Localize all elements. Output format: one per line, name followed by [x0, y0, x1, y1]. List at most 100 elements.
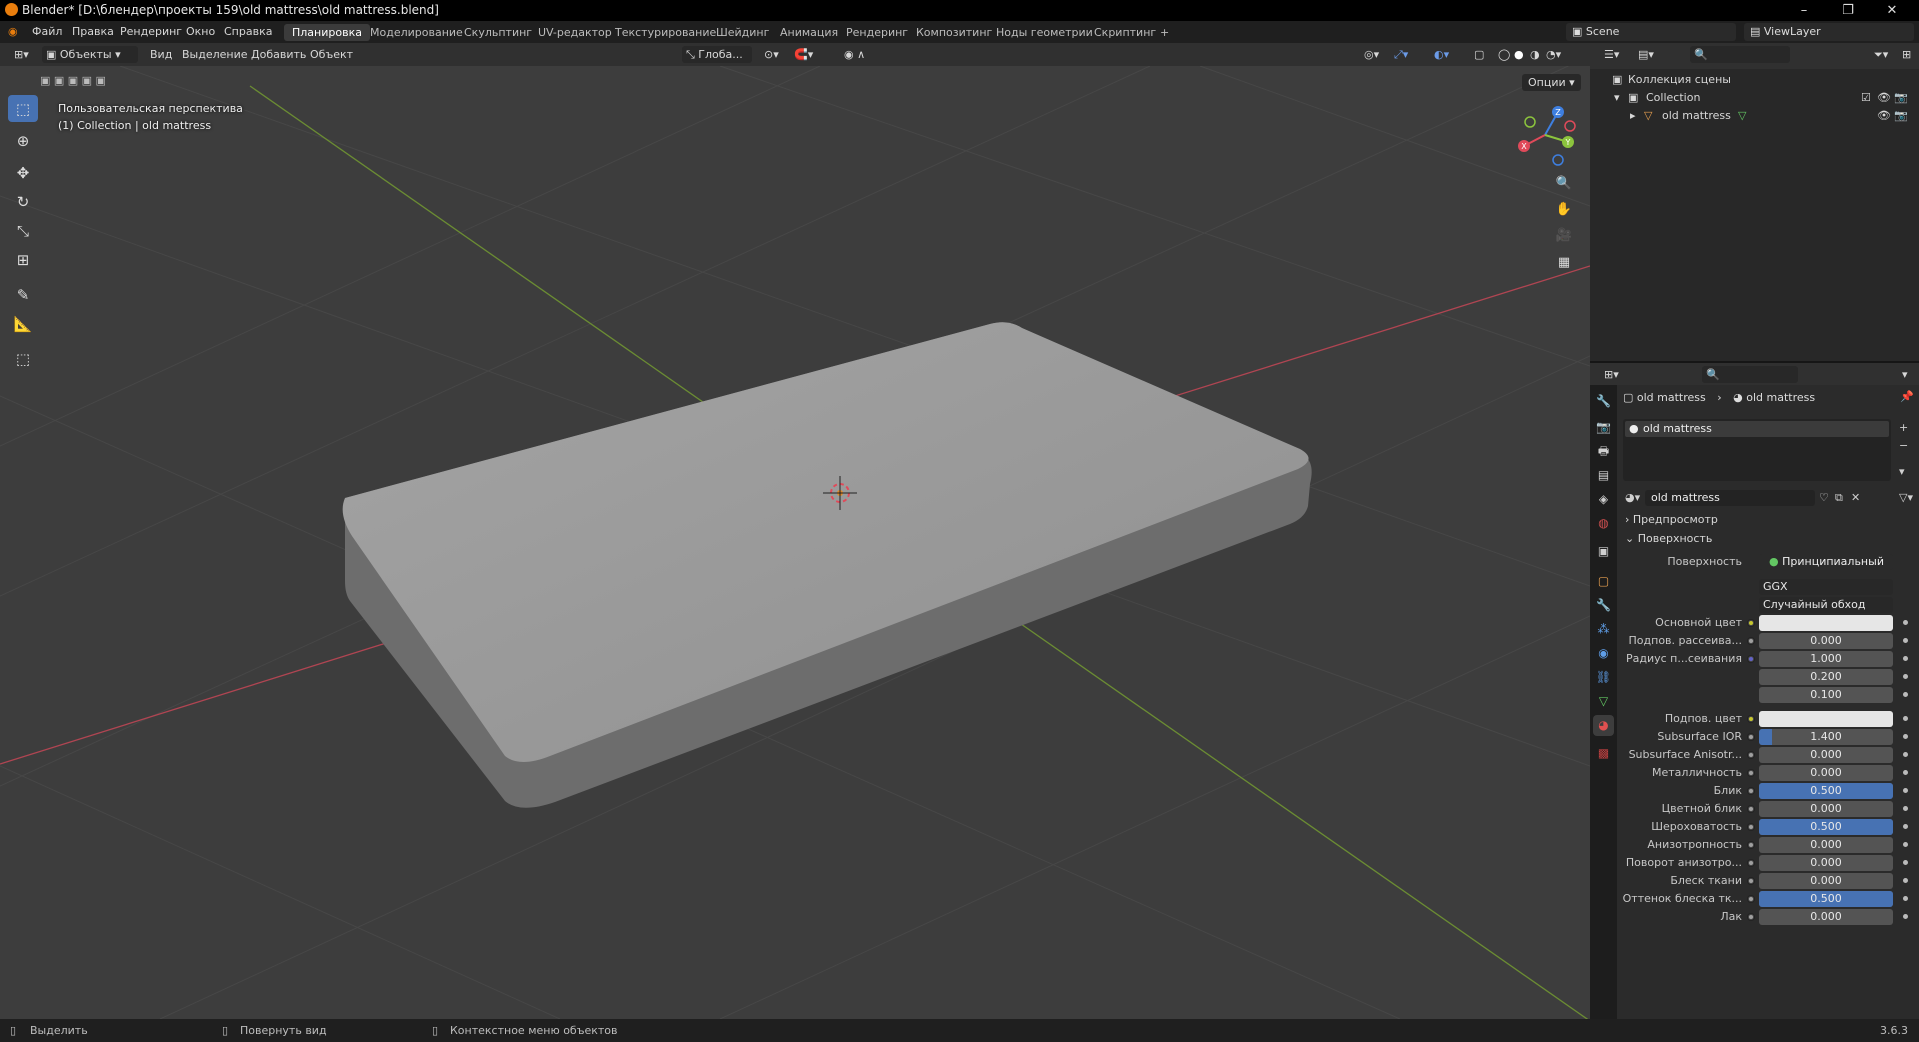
number-field[interactable]: 0.000: [1759, 633, 1893, 649]
pivot-icon[interactable]: ⊙▾: [760, 46, 783, 63]
remove-slot-button[interactable]: −: [1899, 439, 1908, 452]
rotate-tool-icon[interactable]: ↻: [8, 188, 38, 215]
number-field[interactable]: 0.500: [1759, 819, 1893, 835]
particles-tab-icon[interactable]: ⁂: [1593, 619, 1614, 640]
select-box-tool-icon[interactable]: ⬚: [8, 95, 38, 122]
tab-geometry-nodes[interactable]: Ноды геометрии: [988, 24, 1101, 41]
distribution-dropdown[interactable]: GGX: [1759, 579, 1893, 595]
scene-selector[interactable]: ▣ Scene: [1566, 23, 1736, 41]
menu-render[interactable]: Рендеринг: [120, 25, 182, 38]
keyframe-dot-icon[interactable]: [1903, 752, 1908, 757]
add-workspace-button[interactable]: +: [1152, 24, 1177, 41]
duplicate-icon[interactable]: ⧉: [1835, 491, 1843, 505]
maximize-button[interactable]: ❐: [1826, 0, 1870, 21]
overlay-toggle-icon[interactable]: ◐▾: [1430, 46, 1453, 63]
add-slot-button[interactable]: +: [1899, 421, 1908, 434]
number-field[interactable]: 0.000: [1759, 837, 1893, 853]
keyframe-dot-icon[interactable]: [1903, 638, 1908, 643]
tab-rendering[interactable]: Рендеринг: [838, 24, 916, 41]
visibility-icon[interactable]: ◎▾: [1360, 46, 1383, 63]
world-tab-icon[interactable]: ◍: [1593, 513, 1614, 534]
perspective-grid-icon[interactable]: ▦: [1553, 252, 1575, 274]
collection-tab-icon[interactable]: ▣: [1593, 541, 1614, 562]
keyframe-dot-icon[interactable]: [1903, 656, 1908, 661]
tab-compositing[interactable]: Композитинг: [908, 24, 1000, 41]
pan-hand-icon[interactable]: ✋: [1553, 199, 1575, 221]
mesh-data-icon[interactable]: ▽: [1738, 109, 1746, 122]
tab-animation[interactable]: Анимация: [772, 24, 846, 41]
tab-modeling[interactable]: Моделирование: [362, 24, 471, 41]
number-field[interactable]: 0.100: [1759, 687, 1893, 703]
navigation-gizmo[interactable]: Z X Y: [1510, 100, 1580, 170]
tab-shading[interactable]: Шейдинг: [708, 24, 777, 41]
panel-surface[interactable]: ⌄ Поверхность: [1625, 532, 1911, 552]
xray-icon[interactable]: ▢: [1470, 46, 1488, 63]
mode-selector[interactable]: ▣ Объекты ▾: [42, 46, 138, 63]
properties-editor-icon[interactable]: ⊞▾: [1600, 366, 1623, 383]
surface-shader-selector[interactable]: ● Принципиальный BSDF: [1759, 554, 1893, 570]
tab-texture-paint[interactable]: Текстурирование: [607, 24, 724, 41]
minimize-button[interactable]: –: [1782, 0, 1826, 21]
menu-object[interactable]: Объект: [306, 46, 357, 63]
view-layer-selector[interactable]: ▤ ViewLayer: [1744, 23, 1914, 41]
number-field[interactable]: 1.000: [1759, 651, 1893, 667]
snap-icon[interactable]: 🧲▾: [790, 46, 817, 63]
tab-sculpting[interactable]: Скульптинг: [456, 24, 540, 41]
socket-link-icon[interactable]: [1747, 787, 1755, 795]
unlink-icon[interactable]: ✕: [1851, 491, 1860, 504]
panel-preview[interactable]: › Предпросмотр: [1625, 513, 1911, 533]
camera-render-icon[interactable]: 📷: [1894, 109, 1908, 122]
object-tab-icon[interactable]: ▢: [1593, 571, 1614, 592]
exclude-checkbox-icon[interactable]: ☑: [1861, 91, 1871, 104]
material-slot-row[interactable]: ● old mattress: [1625, 421, 1889, 437]
link-icon[interactable]: ▽▾: [1899, 491, 1913, 504]
add-cube-tool-icon[interactable]: ⬚: [8, 345, 38, 372]
socket-link-icon[interactable]: [1747, 895, 1755, 903]
menu-help[interactable]: Справка: [224, 25, 272, 38]
properties-search-input[interactable]: 🔍: [1702, 366, 1798, 383]
menu-window[interactable]: Окно: [186, 25, 215, 38]
solid-shading-icon[interactable]: ●: [1510, 46, 1528, 63]
material-name-field[interactable]: old mattress: [1645, 490, 1815, 506]
orientation-selector[interactable]: ⤡ Глоба...: [682, 46, 752, 63]
cursor-tool-icon[interactable]: ⊕: [8, 127, 38, 154]
scene-tab-icon[interactable]: ◈: [1593, 489, 1614, 510]
number-field[interactable]: 0.500: [1759, 783, 1893, 799]
keyframe-dot-icon[interactable]: [1903, 692, 1908, 697]
socket-link-icon[interactable]: [1747, 805, 1755, 813]
proportional-edit-icon[interactable]: ◉ ∧: [840, 46, 869, 63]
keyframe-dot-icon[interactable]: [1903, 860, 1908, 865]
number-field[interactable]: 0.000: [1759, 909, 1893, 925]
selection-mode-icons[interactable]: ▣ ▣ ▣ ▣ ▣: [40, 74, 125, 90]
options-dropdown[interactable]: Опции ▾: [1522, 74, 1581, 91]
material-browse-icon[interactable]: ◕▾: [1625, 491, 1640, 504]
modifier-tab-icon[interactable]: 🔧: [1593, 595, 1614, 616]
color-swatch[interactable]: [1759, 711, 1893, 727]
data-tab-icon[interactable]: ▽: [1593, 691, 1614, 712]
socket-link-icon[interactable]: [1747, 913, 1755, 921]
constraints-tab-icon[interactable]: ⛓: [1593, 667, 1614, 688]
move-tool-icon[interactable]: ✥: [8, 159, 38, 186]
socket-link-icon[interactable]: [1747, 655, 1755, 663]
keyframe-dot-icon[interactable]: [1903, 914, 1908, 919]
keyframe-dot-icon[interactable]: [1903, 842, 1908, 847]
tab-layout[interactable]: Планировка: [284, 24, 370, 41]
socket-link-icon[interactable]: [1747, 841, 1755, 849]
view-layer-tab-icon[interactable]: ▤: [1593, 465, 1614, 486]
camera-render-icon[interactable]: 📷: [1894, 91, 1908, 104]
number-field[interactable]: 0.500: [1759, 891, 1893, 907]
menu-view[interactable]: Вид: [146, 46, 176, 63]
texture-tab-icon[interactable]: ▩: [1593, 743, 1614, 764]
outliner-search-input[interactable]: 🔍: [1690, 46, 1790, 63]
filter-icon[interactable]: ⏷▾: [1870, 46, 1892, 63]
keyframe-dot-icon[interactable]: [1903, 824, 1908, 829]
blender-menu-icon[interactable]: ◉: [8, 25, 18, 38]
slot-specials-icon[interactable]: ▾: [1899, 465, 1905, 478]
editor-type-icon[interactable]: ⊞▾: [10, 46, 33, 63]
number-field[interactable]: 0.000: [1759, 801, 1893, 817]
material-tab-icon[interactable]: ◕: [1593, 715, 1614, 736]
mattress-object[interactable]: [342, 322, 1312, 808]
menu-file[interactable]: Файл: [32, 25, 62, 38]
socket-link-icon[interactable]: [1747, 733, 1755, 741]
socket-link-icon[interactable]: [1747, 769, 1755, 777]
